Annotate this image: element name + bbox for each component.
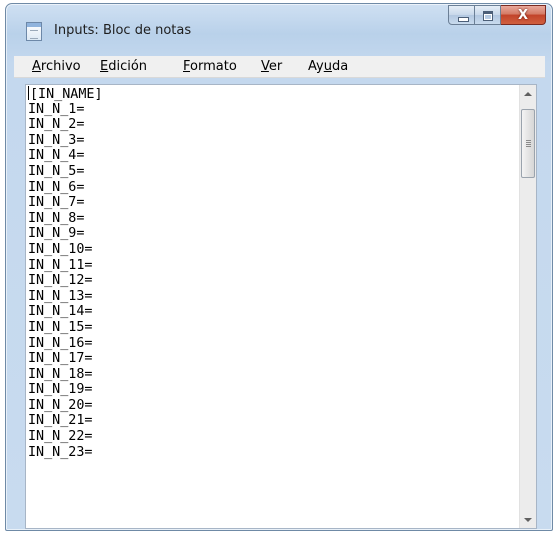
text-line-content: IN_N_2= [28,117,85,133]
menu-ver-accel: V [261,59,269,74]
text-line[interactable]: IN_N_1= [28,102,518,118]
text-line-content: IN_N_12= [28,273,93,289]
menu-ver-label: er [268,59,283,74]
maximize-icon [483,11,493,21]
text-editor[interactable]: [IN_NAME] IN_N_1= IN_N_2= IN_N_3= IN_N_4= IN_… [25,84,537,529]
text-line-content: IN_N_16= [28,335,93,351]
text-line[interactable]: IN_N_7= [28,195,518,211]
menu-edicion-accel: E [100,59,109,74]
menu-formato-label: ormato [190,59,237,74]
menu-ver[interactable]: Ver [261,59,282,74]
menu-bar: Archivo Edición Formato Ver Ayuda [14,56,545,78]
close-button[interactable]: X [501,5,546,25]
text-line-content: IN_N_11= [28,257,93,273]
menu-formato-accel: F [183,59,191,74]
menu-ayuda-accel: u [323,59,332,74]
text-line-content: IN_N_23= [28,444,93,460]
text-line[interactable]: IN_N_21= [28,413,518,429]
text-line[interactable]: IN_N_6= [28,180,518,196]
text-line[interactable]: IN_N_3= [28,133,518,149]
text-line[interactable]: IN_N_13= [28,289,518,305]
scroll-thumb[interactable] [521,109,535,178]
menu-ayuda-prefix: Ay [308,59,324,74]
text-line[interactable]: IN_N_17= [28,351,518,367]
arrow-down-icon [524,517,532,522]
text-line-content: IN_N_5= [28,163,85,179]
text-line[interactable]: IN_N_2= [28,117,518,133]
text-line-content: IN_N_7= [28,195,85,211]
text-line-content: IN_N_6= [28,179,85,195]
notepad-window: Inputs: Bloc de notas X Archivo Edición … [5,3,553,531]
text-line[interactable]: IN_N_15= [28,320,518,336]
menu-archivo-accel: A [32,59,41,74]
text-line[interactable]: IN_N_23= [28,445,518,461]
text-line[interactable]: IN_N_4= [28,148,518,164]
text-line[interactable]: [IN_NAME] [28,86,518,102]
maximize-button[interactable] [475,5,501,25]
menu-ayuda[interactable]: Ayuda [308,59,348,74]
text-line[interactable]: IN_N_16= [28,336,518,352]
caption-buttons: X [448,5,546,26]
text-line[interactable]: IN_N_22= [28,429,518,445]
menu-edicion-label: dición [108,59,148,74]
text-line-content: IN_N_21= [28,413,93,429]
text-line-content: IN_N_9= [28,226,85,242]
arrow-up-icon [524,91,532,96]
text-line-content: IN_N_14= [28,304,93,320]
text-line-content: IN_N_22= [28,429,93,445]
menu-formato[interactable]: Formato [183,59,237,74]
close-icon: X [517,8,529,23]
text-line[interactable]: IN_N_19= [28,382,518,398]
scroll-down-button[interactable] [520,511,536,528]
text-line-content: IN_N_17= [28,351,93,367]
menu-ayuda-label: da [331,59,349,74]
text-content[interactable]: [IN_NAME] IN_N_1= IN_N_2= IN_N_3= IN_N_4= IN_… [28,85,518,528]
thumb-grip-icon [526,140,531,141]
text-line[interactable]: IN_N_14= [28,304,518,320]
window-title: Inputs: Bloc de notas [54,23,192,38]
vertical-scrollbar[interactable] [519,85,536,528]
text-line-content: IN_N_20= [28,397,93,413]
text-line[interactable]: IN_N_18= [28,367,518,383]
minimize-button[interactable] [448,5,475,25]
text-line-content: IN_N_10= [28,241,93,257]
scroll-up-button[interactable] [520,85,536,102]
notepad-icon[interactable] [26,22,42,41]
text-line[interactable]: IN_N_8= [28,211,518,227]
text-caret [28,86,29,100]
text-line[interactable]: IN_N_10= [28,242,518,258]
text-line[interactable]: IN_N_9= [28,226,518,242]
thumb-grip-icon [526,146,531,147]
minimize-icon [458,17,469,22]
thumb-grip-icon [526,142,531,143]
text-line-content: [IN_NAME] [30,87,103,102]
text-line[interactable]: IN_N_5= [28,164,518,180]
text-line-content: IN_N_18= [28,366,93,382]
text-line[interactable]: IN_N_11= [28,258,518,274]
text-line-content: IN_N_1= [28,101,85,117]
text-line-content: IN_N_19= [28,382,93,398]
text-line-content: IN_N_15= [28,319,93,335]
menu-edicion[interactable]: Edición [100,59,147,74]
text-line-content: IN_N_13= [28,288,93,304]
text-line[interactable]: IN_N_12= [28,273,518,289]
thumb-grip-icon [526,144,531,145]
text-line-content: IN_N_3= [28,132,85,148]
text-line[interactable]: IN_N_20= [28,398,518,414]
text-line-content: IN_N_8= [28,210,85,226]
menu-archivo[interactable]: Archivo [32,59,81,74]
menu-archivo-label: rchivo [40,59,81,74]
text-line-content: IN_N_4= [28,148,85,164]
